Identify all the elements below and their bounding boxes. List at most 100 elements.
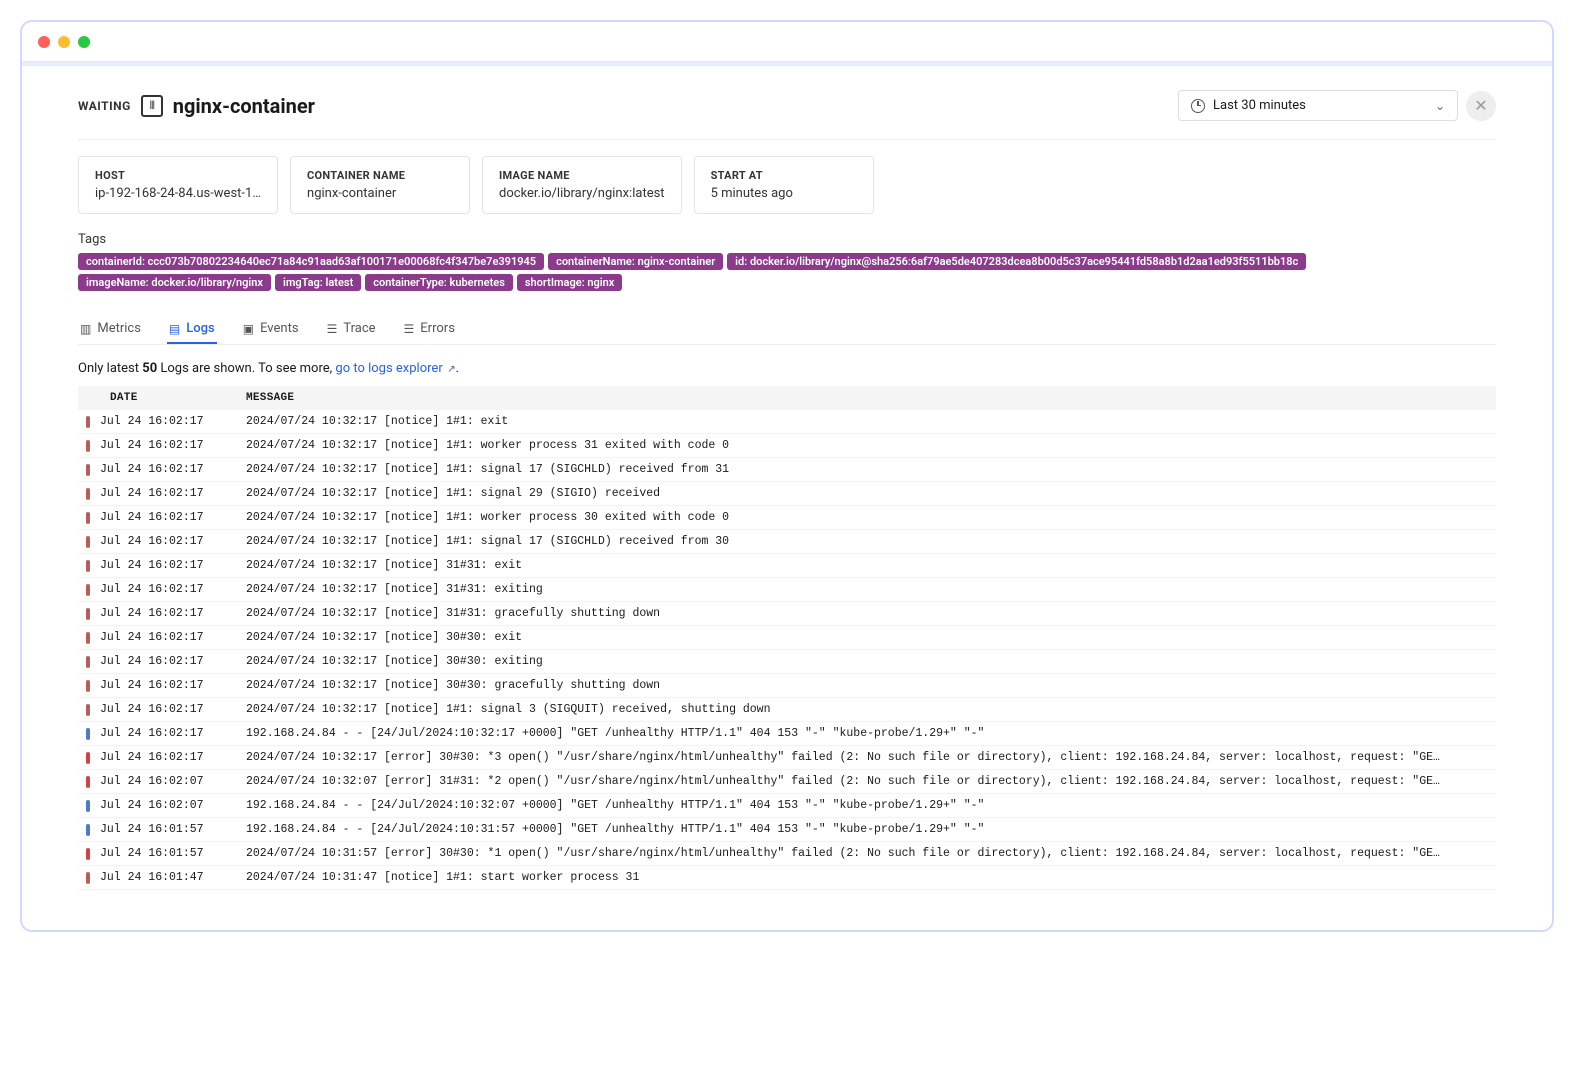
close-icon: ✕ xyxy=(1474,96,1487,115)
close-window-icon[interactable] xyxy=(38,36,50,48)
container-icon: ||| xyxy=(141,95,163,117)
log-message: 192.168.24.84 - - [24/Jul/2024:10:31:57 … xyxy=(238,818,1496,842)
tab-errors[interactable]: ☰ Errors xyxy=(402,315,457,344)
info-card-host: HOST ip-192-168-24-84.us-west-1… xyxy=(78,156,278,214)
tag-pill[interactable]: shortImage: nginx xyxy=(517,274,622,291)
log-row[interactable]: Jul 24 16:02:172024/07/24 10:32:17 [noti… xyxy=(78,698,1496,722)
events-icon: ▣ xyxy=(243,322,254,336)
log-row[interactable]: Jul 24 16:02:172024/07/24 10:32:17 [noti… xyxy=(78,506,1496,530)
log-level-indicator xyxy=(86,728,90,740)
log-level-indicator xyxy=(86,488,90,500)
log-row[interactable]: Jul 24 16:02:17192.168.24.84 - - [24/Jul… xyxy=(78,722,1496,746)
log-message: 2024/07/24 10:32:17 [notice] 30#30: exit xyxy=(238,626,1496,650)
minimize-window-icon[interactable] xyxy=(58,36,70,48)
log-date: Jul 24 16:02:07 xyxy=(100,799,204,812)
list-icon: ▤ xyxy=(169,322,180,336)
log-message: 2024/07/24 10:32:07 [error] 31#31: *2 op… xyxy=(238,770,1496,794)
tab-trace[interactable]: ☰ Trace xyxy=(325,315,378,344)
tab-label: Trace xyxy=(343,321,375,336)
log-message: 2024/07/24 10:32:17 [notice] 1#1: signal… xyxy=(238,698,1496,722)
info-label: IMAGE NAME xyxy=(499,169,665,182)
log-date-cell: Jul 24 16:01:57 xyxy=(78,818,238,842)
info-card-image-name: IMAGE NAME docker.io/library/nginx:lates… xyxy=(482,156,682,214)
log-date: Jul 24 16:02:17 xyxy=(100,463,204,476)
log-date-cell: Jul 24 16:02:17 xyxy=(78,554,238,578)
logs-explorer-link[interactable]: go to logs explorer ↗ xyxy=(335,361,455,376)
log-level-indicator xyxy=(86,752,90,764)
tab-events[interactable]: ▣ Events xyxy=(241,315,301,344)
tags-list: containerId: ccc073b70802234640ec71a84c9… xyxy=(78,253,1496,291)
close-button[interactable]: ✕ xyxy=(1466,91,1496,121)
info-cards: HOST ip-192-168-24-84.us-west-1… CONTAIN… xyxy=(78,156,1496,214)
maximize-window-icon[interactable] xyxy=(78,36,90,48)
info-value: ip-192-168-24-84.us-west-1… xyxy=(95,186,261,201)
log-row[interactable]: Jul 24 16:02:072024/07/24 10:32:07 [erro… xyxy=(78,770,1496,794)
column-header-date[interactable]: DATE xyxy=(78,386,238,410)
log-date: Jul 24 16:02:17 xyxy=(100,655,204,668)
log-row[interactable]: Jul 24 16:02:172024/07/24 10:32:17 [noti… xyxy=(78,554,1496,578)
log-row[interactable]: Jul 24 16:02:172024/07/24 10:32:17 [noti… xyxy=(78,674,1496,698)
log-level-indicator xyxy=(86,560,90,572)
log-date: Jul 24 16:02:17 xyxy=(100,415,204,428)
tag-pill[interactable]: imageName: docker.io/library/nginx xyxy=(78,274,271,291)
log-message: 2024/07/24 10:32:17 [notice] 1#1: worker… xyxy=(238,506,1496,530)
log-date: Jul 24 16:02:17 xyxy=(100,439,204,452)
log-row[interactable]: Jul 24 16:01:572024/07/24 10:31:57 [erro… xyxy=(78,842,1496,866)
log-row[interactable]: Jul 24 16:02:172024/07/24 10:32:17 [noti… xyxy=(78,458,1496,482)
log-level-indicator xyxy=(86,536,90,548)
log-date-cell: Jul 24 16:02:17 xyxy=(78,746,238,770)
info-card-container-name: CONTAINER NAME nginx-container xyxy=(290,156,470,214)
tag-pill[interactable]: containerName: nginx-container xyxy=(548,253,723,270)
tag-pill[interactable]: imgTag: latest xyxy=(275,274,361,291)
log-level-indicator xyxy=(86,680,90,692)
tag-pill[interactable]: containerId: ccc073b70802234640ec71a84c9… xyxy=(78,253,544,270)
log-date-cell: Jul 24 16:02:17 xyxy=(78,458,238,482)
time-range-select[interactable]: Last 30 minutes ⌄ xyxy=(1178,90,1458,121)
log-message: 2024/07/24 10:32:17 [notice] 31#31: exit… xyxy=(238,578,1496,602)
log-date: Jul 24 16:02:17 xyxy=(100,559,204,572)
info-value: nginx-container xyxy=(307,186,453,201)
log-row[interactable]: Jul 24 16:02:172024/07/24 10:32:17 [noti… xyxy=(78,602,1496,626)
log-message: 2024/07/24 10:32:17 [notice] 1#1: exit xyxy=(238,410,1496,434)
log-level-indicator xyxy=(86,584,90,596)
log-row[interactable]: Jul 24 16:02:17 2024/07/24 10:32:17 [noti… xyxy=(78,410,1496,434)
tab-label: Events xyxy=(260,321,298,336)
log-row[interactable]: Jul 24 16:02:172024/07/24 10:32:17 [noti… xyxy=(78,530,1496,554)
log-date-cell: Jul 24 16:02:17 xyxy=(78,722,238,746)
log-date-cell: Jul 24 16:02:17 xyxy=(78,650,238,674)
log-level-indicator xyxy=(86,464,90,476)
tags-section: Tags containerId: ccc073b70802234640ec71… xyxy=(78,232,1496,291)
log-level-indicator xyxy=(86,656,90,668)
tag-pill[interactable]: containerType: kubernetes xyxy=(365,274,513,291)
log-date-cell: Jul 24 16:02:17 xyxy=(78,434,238,458)
log-row[interactable]: Jul 24 16:01:472024/07/24 10:31:47 [noti… xyxy=(78,866,1496,890)
log-level-indicator xyxy=(86,632,90,644)
errors-icon: ☰ xyxy=(404,322,415,336)
container-status: WAITING xyxy=(78,99,131,113)
chevron-down-icon: ⌄ xyxy=(1435,99,1445,113)
time-range-label: Last 30 minutes xyxy=(1213,98,1306,113)
tab-logs[interactable]: ▤ Logs xyxy=(167,315,217,344)
log-row[interactable]: Jul 24 16:02:172024/07/24 10:32:17 [noti… xyxy=(78,626,1496,650)
log-row[interactable]: Jul 24 16:02:172024/07/24 10:32:17 [noti… xyxy=(78,434,1496,458)
column-header-message[interactable]: MESSAGE xyxy=(238,386,1496,410)
tab-label: Logs xyxy=(186,321,214,336)
tab-metrics[interactable]: ▥ Metrics xyxy=(78,315,143,344)
log-row[interactable]: Jul 24 16:02:172024/07/24 10:32:17 [noti… xyxy=(78,482,1496,506)
log-row[interactable]: Jul 24 16:01:57192.168.24.84 - - [24/Jul… xyxy=(78,818,1496,842)
external-link-icon: ↗ xyxy=(445,364,456,375)
log-row[interactable]: Jul 24 16:02:172024/07/24 10:32:17 [noti… xyxy=(78,578,1496,602)
log-message: 2024/07/24 10:31:47 [notice] 1#1: start … xyxy=(238,866,1496,890)
log-row[interactable]: Jul 24 16:02:172024/07/24 10:32:17 [erro… xyxy=(78,746,1496,770)
divider xyxy=(78,139,1496,140)
log-row[interactable]: Jul 24 16:02:172024/07/24 10:32:17 [noti… xyxy=(78,650,1496,674)
tag-pill[interactable]: id: docker.io/library/nginx@sha256:6af79… xyxy=(727,253,1306,270)
log-date-cell: Jul 24 16:01:47 xyxy=(78,866,238,890)
log-date: Jul 24 16:02:17 xyxy=(100,607,204,620)
log-date-cell: Jul 24 16:02:17 xyxy=(78,698,238,722)
clock-icon xyxy=(1191,99,1205,113)
app-window: WAITING ||| nginx-container Last 30 minu… xyxy=(20,20,1554,932)
log-row[interactable]: Jul 24 16:02:07192.168.24.84 - - [24/Jul… xyxy=(78,794,1496,818)
tab-label: Errors xyxy=(420,321,455,336)
log-level-indicator xyxy=(86,776,90,788)
